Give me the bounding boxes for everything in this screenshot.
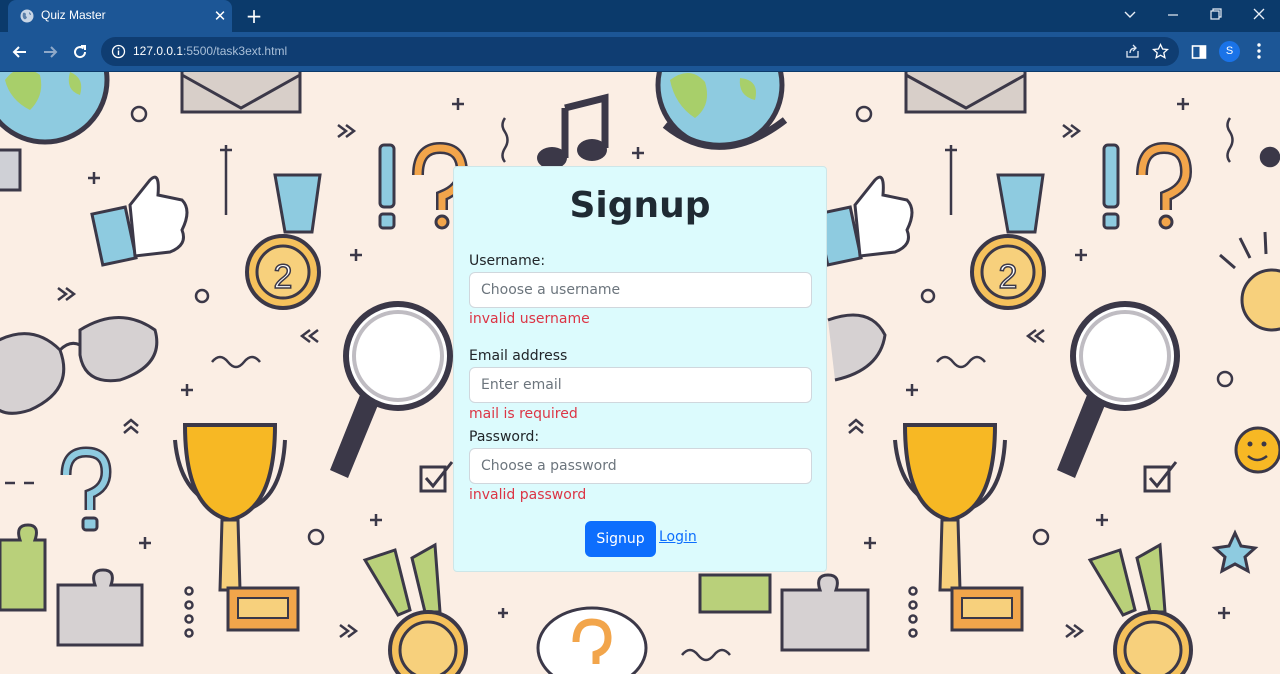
minimize-icon[interactable] — [1160, 2, 1186, 28]
url-path: :5500/task3ext.html — [183, 44, 288, 58]
menu-dots-icon[interactable] — [1252, 42, 1266, 60]
envelope-icon — [180, 72, 302, 114]
close-tab-icon[interactable]: ✕ — [211, 7, 229, 25]
username-input[interactable] — [469, 272, 812, 308]
speech-bubble-icon — [536, 606, 648, 674]
smiley-icon — [1234, 426, 1280, 474]
sidebar-icon[interactable] — [1191, 44, 1207, 60]
star-icon[interactable] — [1152, 43, 1169, 60]
tab-strip: Quiz Master ✕ + — [0, 0, 1280, 32]
password-input[interactable] — [469, 448, 812, 484]
profile-avatar[interactable]: S — [1219, 41, 1240, 62]
window-close-icon[interactable] — [1246, 2, 1272, 28]
restore-icon[interactable] — [1203, 2, 1229, 28]
email-label: Email address — [469, 348, 568, 364]
tab-title: Quiz Master — [41, 8, 106, 22]
url-text: 127.0.0.1:5500/task3ext.html — [133, 44, 287, 58]
svg-text:2: 2 — [999, 258, 1018, 296]
signup-button[interactable]: Signup — [585, 521, 656, 557]
envelope-icon — [904, 72, 1027, 114]
login-link[interactable]: Login — [659, 529, 697, 545]
browser-toolbar: 127.0.0.1:5500/task3ext.html — [0, 32, 1280, 72]
email-error: mail is required — [469, 406, 578, 422]
email-input[interactable] — [469, 367, 812, 403]
globe-icon — [20, 9, 34, 23]
username-error: invalid username — [469, 311, 590, 327]
back-arrow-icon[interactable] — [8, 40, 32, 64]
share-icon[interactable] — [1124, 43, 1141, 60]
tab-search-chevron-icon[interactable] — [1117, 2, 1143, 28]
reload-icon[interactable] — [68, 40, 92, 64]
url-host: 127.0.0.1 — [133, 44, 184, 58]
tab-quiz-master[interactable]: Quiz Master ✕ — [8, 0, 232, 32]
globe-icon — [655, 72, 788, 150]
new-tab-plus-icon[interactable]: + — [244, 5, 264, 27]
info-icon[interactable] — [111, 44, 126, 59]
forward-arrow-icon[interactable] — [38, 40, 62, 64]
password-label: Password: — [469, 429, 540, 445]
address-bar[interactable]: 127.0.0.1:5500/task3ext.html — [101, 37, 1179, 66]
signup-card: Signup Username: invalid username Email … — [453, 166, 827, 572]
signup-title: Signup — [569, 185, 711, 226]
svg-text:2: 2 — [274, 258, 293, 296]
username-label: Username: — [469, 253, 546, 269]
password-error: invalid password — [469, 487, 587, 503]
